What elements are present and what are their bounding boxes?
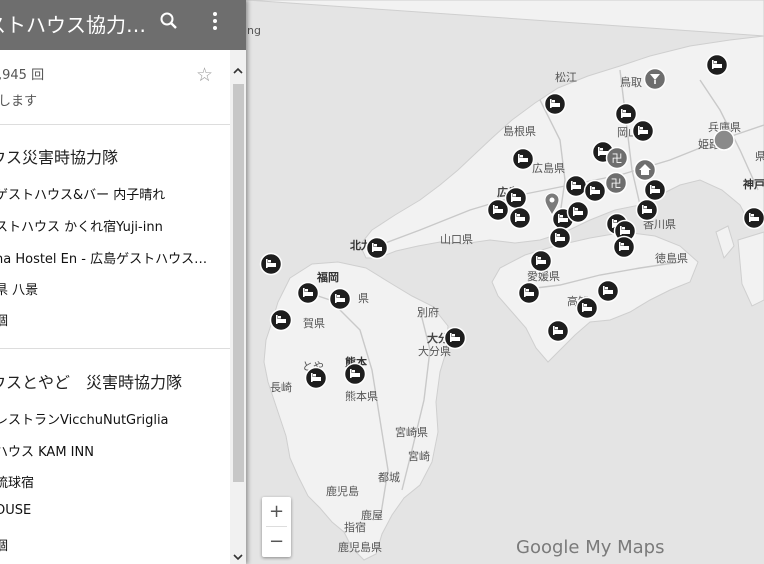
star-icon[interactable]: ☆: [196, 64, 213, 86]
layer-item[interactable]: 琉球宿: [0, 472, 34, 491]
shrine-marker[interactable]: 卍: [605, 146, 629, 170]
hotel-marker[interactable]: [343, 362, 367, 386]
map-label: 長崎: [270, 380, 292, 394]
map-title: ストハウス協力…: [0, 13, 146, 37]
hotel-marker[interactable]: [269, 308, 293, 332]
map-label: 松江: [555, 70, 577, 84]
layer-title: ウス災害時協力隊: [0, 148, 119, 167]
layer-item[interactable]: ハウス KAM INN: [0, 441, 94, 460]
divider: [0, 124, 230, 125]
zoom-in-button[interactable]: +: [262, 497, 291, 526]
map-label: 宮崎: [408, 449, 430, 463]
hotel-marker[interactable]: [543, 92, 567, 116]
layer-count[interactable]: 個: [0, 310, 8, 329]
hotel-marker[interactable]: [583, 179, 607, 203]
svg-text:卍: 卍: [611, 177, 622, 190]
map-stats: ,945 回 します: [0, 63, 44, 115]
zoom-out-button[interactable]: −: [262, 527, 291, 556]
map-label: 県: [755, 150, 764, 163]
hotel-marker[interactable]: [443, 326, 467, 350]
map-label: 鹿児島県: [338, 540, 382, 554]
layer-item[interactable]: 県 八景: [0, 279, 38, 298]
divider: [0, 348, 230, 349]
bar-marker[interactable]: [643, 67, 667, 91]
map-label: 徳島県: [655, 251, 688, 265]
map-label: 山口県: [440, 233, 473, 246]
google-my-maps-logo: Google My Maps: [516, 537, 665, 558]
map-label: 島根県: [503, 124, 536, 138]
map-label: 熊本県: [345, 389, 378, 403]
map-label: 神戸: [743, 177, 764, 191]
hotel-marker[interactable]: [635, 198, 659, 222]
hotel-marker[interactable]: [643, 178, 667, 202]
hotel-marker[interactable]: [365, 236, 389, 260]
info-marker[interactable]: [713, 129, 735, 151]
zoom-control: + −: [262, 497, 291, 557]
temple-marker[interactable]: 卍: [604, 171, 628, 195]
hotel-marker[interactable]: [504, 186, 528, 210]
hotel-marker[interactable]: [705, 53, 729, 77]
hotel-marker[interactable]: [304, 366, 328, 390]
map-label: ng: [247, 24, 261, 37]
map-label: 県: [358, 292, 369, 305]
layer-item[interactable]: na Hostel En - 広島ゲストハウス…: [0, 248, 207, 267]
search-icon[interactable]: [156, 8, 182, 34]
map-label: 鳥取: [620, 75, 642, 89]
map-label: 鹿屋: [361, 508, 383, 522]
hotel-marker[interactable]: [517, 281, 541, 305]
legend-panel: ストハウス協力… ,945 回 します ☆ ウス災害時協力隊 ゲストハウス&バー…: [0, 0, 246, 564]
hotel-marker[interactable]: [614, 102, 638, 126]
view-count: ,945 回: [0, 68, 45, 83]
layer-item[interactable]: レストランVicchuNutGriglia: [0, 409, 169, 428]
hotel-marker[interactable]: [566, 200, 590, 224]
hotel-marker[interactable]: [612, 235, 636, 259]
map-label: 都城: [378, 471, 400, 484]
layer-item[interactable]: ゲストハウス&バー 内子晴れ: [0, 184, 165, 203]
hotel-marker[interactable]: [548, 226, 572, 250]
hotel-marker[interactable]: [511, 147, 535, 171]
scroll-down-icon[interactable]: [231, 550, 245, 564]
map-label: 福岡: [316, 270, 339, 284]
hotel-marker[interactable]: [486, 198, 510, 222]
layer-item[interactable]: OUSE: [0, 503, 31, 518]
map-label: 大分県: [418, 344, 451, 358]
map-label: 広島県: [532, 161, 565, 175]
hotel-marker[interactable]: [631, 119, 655, 143]
map-subtitle: します: [0, 94, 38, 109]
hotel-marker[interactable]: [596, 279, 620, 303]
svg-text:卍: 卍: [612, 152, 623, 165]
map-label: 鹿児島: [326, 484, 359, 498]
panel-header: ストハウス協力…: [0, 0, 246, 50]
hotel-marker[interactable]: [259, 252, 283, 276]
layer-item[interactable]: ストハウス かくれ宿Yuji-inn: [0, 216, 163, 235]
hotel-marker[interactable]: [546, 319, 570, 343]
hotel-marker[interactable]: [742, 206, 764, 230]
hotel-marker[interactable]: [296, 281, 320, 305]
scroll-up-icon[interactable]: [231, 64, 245, 78]
map-label: 別府: [417, 305, 439, 319]
map-label: 指宿: [344, 520, 366, 534]
hotel-marker[interactable]: [508, 206, 532, 230]
map-label: 宮崎県: [395, 425, 428, 439]
scrollbar-thumb[interactable]: [233, 84, 244, 482]
hotel-marker[interactable]: [564, 174, 588, 198]
home-marker[interactable]: [633, 158, 657, 182]
hotel-marker[interactable]: [328, 287, 352, 311]
map-label: 賀県: [303, 317, 325, 330]
layer-count[interactable]: 個: [0, 535, 8, 554]
layer-title: ウスとやど 災害時協力隊: [0, 373, 183, 392]
more-vert-icon[interactable]: [202, 8, 228, 34]
hotel-marker[interactable]: [575, 296, 599, 320]
hotel-marker[interactable]: [529, 249, 553, 273]
